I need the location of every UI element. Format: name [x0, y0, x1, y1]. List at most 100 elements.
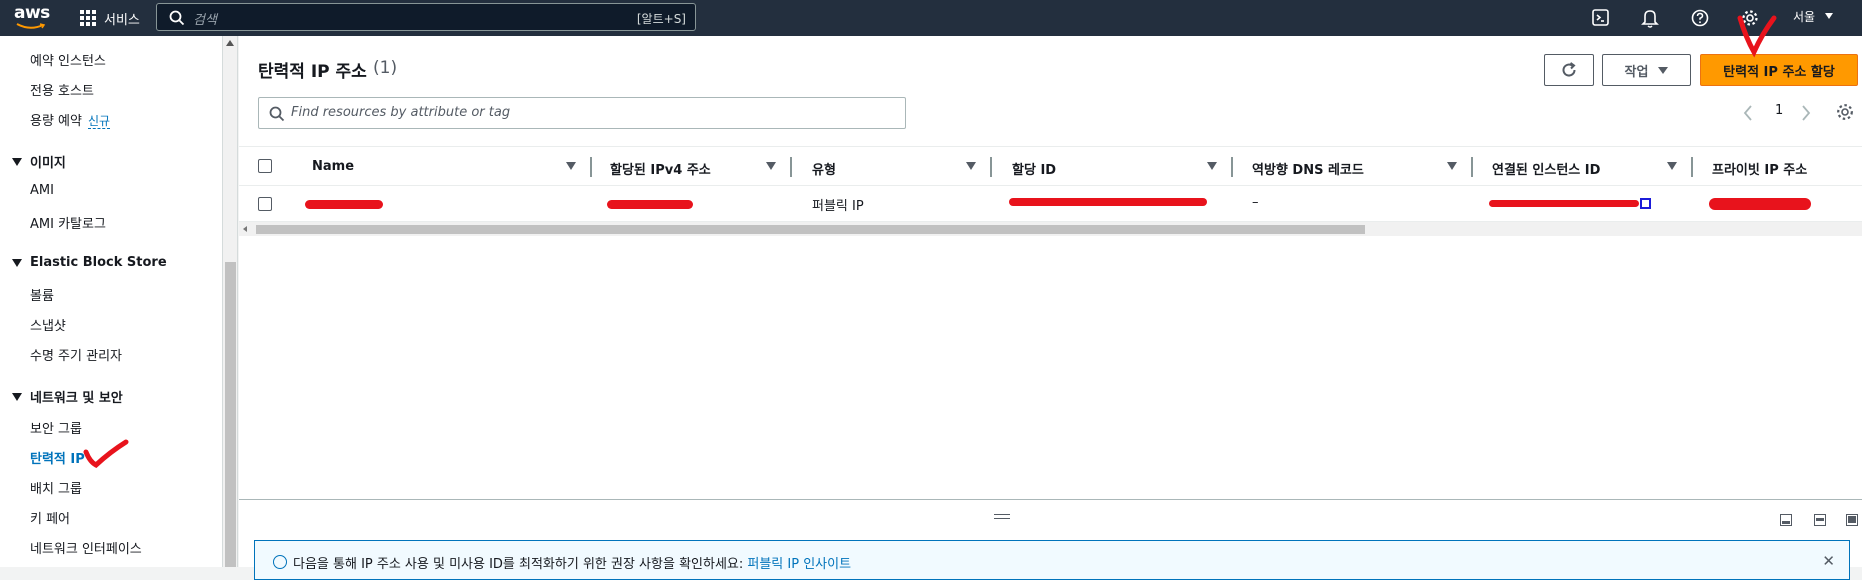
sidebar-item-ami[interactable]: AMI [30, 183, 54, 198]
bell-icon[interactable] [1640, 6, 1660, 30]
redacted-instance-id[interactable] [1489, 200, 1639, 207]
sidebar-item-volumes[interactable]: 볼륨 [30, 285, 54, 304]
sidebar-section-ebs[interactable]: Elastic Block Store [12, 255, 167, 270]
public-ip-insights-link[interactable]: 퍼블릭 IP 인사이트 [747, 557, 851, 572]
panel-bottom-icon[interactable] [1780, 514, 1792, 526]
sidebar-item-lifecycle-manager[interactable]: 수명 주기 관리자 [30, 345, 122, 364]
sidebar-section-title: 이미지 [30, 156, 66, 171]
info-alert: 다음을 통해 IP 주소 사용 및 미사용 ID를 최적화하기 위한 권장 사항… [254, 540, 1850, 580]
external-link-icon[interactable] [1640, 198, 1651, 209]
sort-icon[interactable] [766, 162, 776, 170]
column-divider[interactable] [790, 157, 792, 177]
actions-label: 작업 [1624, 64, 1649, 80]
search-shortcut-hint: [알트+S] [636, 12, 686, 26]
cloudshell-icon[interactable] [1591, 6, 1611, 30]
refresh-icon [1562, 62, 1576, 77]
top-navigation-bar: aws 서비스 검색 [알트+S] 서울 [0, 0, 1862, 36]
services-grid-icon [80, 10, 96, 26]
aws-smile-icon [16, 23, 46, 29]
resize-handle-icon[interactable] [994, 514, 1010, 522]
filter-input[interactable]: Find resources by attribute or tag [258, 97, 906, 129]
column-header-ipv4[interactable]: 할당된 IPv4 주소 [610, 159, 711, 178]
sidebar-scrollbar-thumb[interactable] [225, 262, 236, 567]
sort-icon[interactable] [1447, 162, 1457, 170]
item-count: (1) [373, 58, 398, 78]
column-divider[interactable] [1471, 157, 1473, 177]
cell-type: 퍼블릭 IP [812, 199, 864, 214]
red-check-annotation [83, 439, 129, 469]
sidebar-item-snapshots[interactable]: 스냅샷 [30, 315, 66, 334]
sidebar-item-network-interfaces[interactable]: 네트워크 인터페이스 [30, 538, 142, 557]
services-label: 서비스 [104, 12, 140, 28]
new-badge: 신규 [87, 114, 111, 129]
row-checkbox[interactable] [258, 197, 272, 211]
column-divider[interactable] [1231, 157, 1233, 177]
search-icon [169, 10, 185, 26]
close-icon[interactable]: ✕ [1822, 552, 1835, 570]
help-icon[interactable] [1690, 6, 1710, 30]
sidebar-item-dedicated-hosts[interactable]: 전용 호스트 [30, 80, 94, 99]
global-search-input[interactable]: 검색 [알트+S] [156, 3, 696, 31]
next-page-icon[interactable] [1800, 104, 1812, 122]
services-menu-button[interactable]: 서비스 [80, 7, 140, 29]
table-header: Name 할당된 IPv4 주소 유형 할당 ID 역방향 DNS 레코드 연결… [239, 146, 1862, 186]
sidebar-item-capacity-reservations[interactable]: 용량 예약 신규 [30, 110, 111, 129]
page-number[interactable]: 1 [1775, 103, 1783, 118]
table-horizontal-scrollbar[interactable] [239, 222, 1862, 236]
allocate-label: 탄력적 IP 주소 할당 [1723, 64, 1835, 80]
sort-icon[interactable] [966, 162, 976, 170]
column-header-private-ip[interactable]: 프라이빗 IP 주소 [1712, 159, 1807, 178]
sidebar-item-reserved-instances[interactable]: 예약 인스턴스 [30, 50, 106, 69]
column-header-type[interactable]: 유형 [812, 159, 836, 178]
column-divider[interactable] [590, 157, 592, 177]
column-header-name[interactable]: Name [312, 159, 354, 174]
previous-page-icon[interactable] [1742, 104, 1754, 122]
column-header-allocation-id[interactable]: 할당 ID [1012, 159, 1056, 178]
sidebar-section-images[interactable]: 이미지 [12, 152, 66, 171]
aws-logo-text: aws [14, 3, 50, 23]
column-divider[interactable] [1691, 157, 1693, 177]
panel-full-icon[interactable] [1846, 514, 1858, 526]
chevron-down-icon [1824, 13, 1833, 19]
redacted-name [305, 200, 383, 209]
search-icon [269, 106, 285, 122]
table-row[interactable]: 퍼블릭 IP – [239, 186, 1862, 222]
redacted-ipv4[interactable] [607, 200, 693, 209]
info-alert-text: 다음을 통해 IP 주소 사용 및 미사용 ID를 최적화하기 위한 권장 사항… [293, 553, 851, 572]
sort-icon[interactable] [566, 162, 576, 170]
sort-icon[interactable] [1667, 162, 1677, 170]
scroll-left-arrow-icon[interactable] [243, 226, 247, 232]
navigation-sidebar: 예약 인스턴스 전용 호스트 용량 예약 신규 이미지 AMI AMI 카탈로그 … [0, 36, 223, 567]
actions-dropdown-button[interactable]: 작업 [1602, 54, 1691, 86]
sidebar-item-placement-groups[interactable]: 배치 그룹 [30, 478, 82, 497]
column-header-instance-id[interactable]: 연결된 인스턴스 ID [1492, 159, 1600, 178]
caret-down-icon [1658, 66, 1669, 74]
column-divider[interactable] [990, 157, 992, 177]
panel-side-icon[interactable] [1814, 514, 1826, 526]
sidebar-item-ami-catalog[interactable]: AMI 카탈로그 [30, 213, 106, 232]
region-selector[interactable]: 서울 [1793, 8, 1833, 25]
sidebar-section-title: Elastic Block Store [30, 255, 167, 270]
split-panel: 다음을 통해 IP 주소 사용 및 미사용 ID를 최적화하기 위한 권장 사항… [239, 499, 1862, 580]
sidebar-item-key-pairs[interactable]: 키 페어 [30, 508, 70, 527]
filter-placeholder: Find resources by attribute or tag [291, 105, 511, 120]
redacted-private-ip [1709, 198, 1811, 210]
sidebar-item-label: 용량 예약 [30, 114, 82, 129]
select-all-checkbox[interactable] [258, 159, 272, 173]
caret-down-icon [12, 157, 22, 166]
search-placeholder: 검색 [193, 13, 217, 28]
refresh-button[interactable] [1544, 54, 1594, 86]
horizontal-scrollbar-thumb[interactable] [256, 225, 1365, 234]
redacted-allocation-id[interactable] [1009, 198, 1207, 206]
sidebar-item-security-groups[interactable]: 보안 그룹 [30, 418, 82, 437]
region-label: 서울 [1793, 10, 1816, 24]
sort-icon[interactable] [1207, 162, 1217, 170]
sidebar-item-elastic-ips[interactable]: 탄력적 IP [30, 448, 85, 467]
preferences-gear-icon[interactable] [1835, 102, 1855, 122]
caret-down-icon [12, 392, 22, 401]
scroll-up-arrow-icon[interactable] [226, 40, 234, 46]
aws-logo[interactable]: aws [14, 3, 50, 33]
info-alert-message: 다음을 통해 IP 주소 사용 및 미사용 ID를 최적화하기 위한 권장 사항… [293, 557, 748, 572]
sidebar-section-network-security[interactable]: 네트워크 및 보안 [12, 387, 123, 406]
column-header-reverse-dns[interactable]: 역방향 DNS 레코드 [1252, 159, 1364, 178]
